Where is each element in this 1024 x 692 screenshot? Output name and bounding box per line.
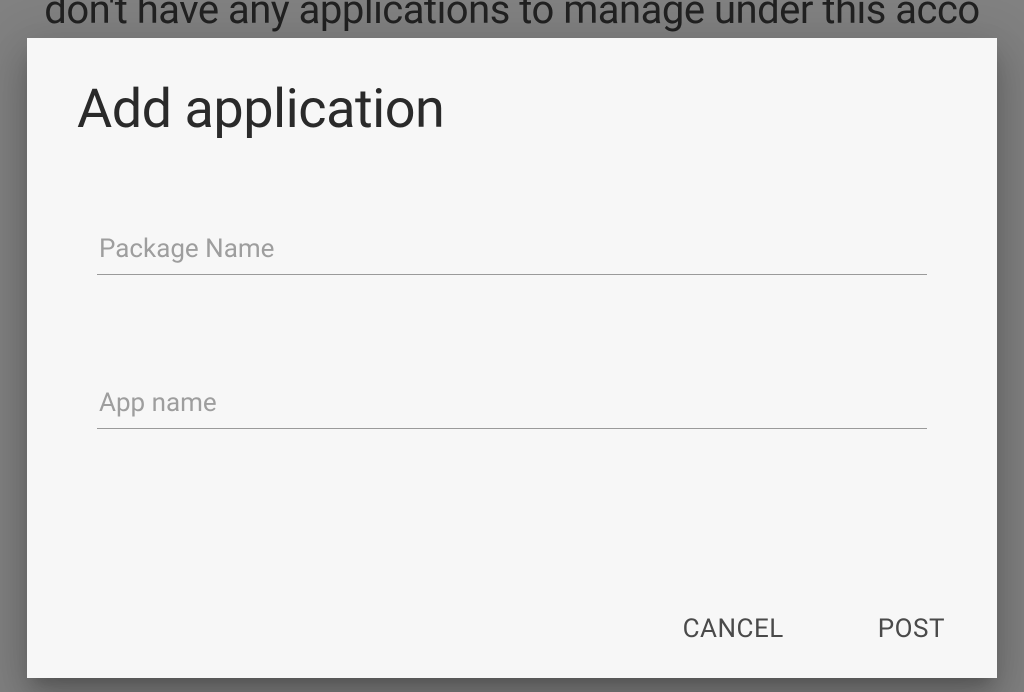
cancel-button[interactable]: CANCEL [661,600,806,658]
dialog-actions: CANCEL POST [661,600,967,658]
app-name-input[interactable] [97,380,927,429]
app-name-group [97,380,927,429]
package-name-input[interactable] [97,226,927,275]
add-application-dialog: Add application CANCEL POST [27,38,997,678]
package-name-group [97,226,927,275]
post-button[interactable]: POST [856,600,967,658]
dialog-title: Add application [27,38,997,151]
